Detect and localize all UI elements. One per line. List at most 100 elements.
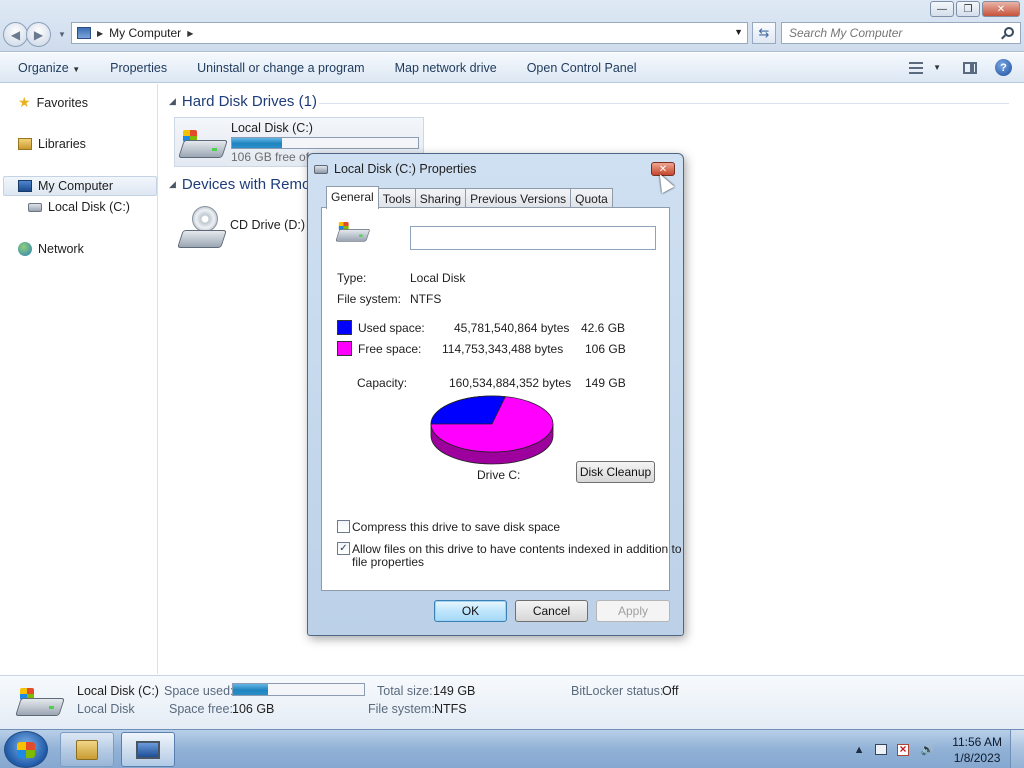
divider xyxy=(336,487,654,488)
details-space-free-value: 106 GB xyxy=(232,702,275,716)
network-icon xyxy=(18,242,32,256)
search-icon[interactable] xyxy=(1004,27,1014,37)
search-box[interactable] xyxy=(781,22,1021,44)
show-hidden-icons-icon[interactable]: ▲ xyxy=(854,744,865,756)
tab-quota[interactable]: Quota xyxy=(570,188,613,209)
nav-favorites-label: Favorites xyxy=(36,95,88,110)
nav-network[interactable]: Network xyxy=(18,242,84,256)
help-icon[interactable]: ? xyxy=(995,59,1012,76)
breadcrumb-separator-icon[interactable]: ▶ xyxy=(187,29,193,38)
search-input[interactable] xyxy=(782,26,992,40)
cd-drive-name: CD Drive (D:) xyxy=(230,218,305,232)
dialog-tabs: General Tools Sharing Previous Versions … xyxy=(326,186,613,209)
used-space-gb: 42.6 GB xyxy=(581,321,626,335)
removable-group-header[interactable]: ◢ Devices with Remo xyxy=(169,176,310,193)
type-value: Local Disk xyxy=(410,271,466,285)
compress-checkbox[interactable] xyxy=(337,520,350,533)
nav-favorites[interactable]: ★ Favorites xyxy=(18,94,88,111)
hard-disk-group-label: Hard Disk Drives (1) xyxy=(181,93,317,110)
title-address-bar: — ❐ ✕ ◀ ▶ ▼ ▶ My Computer ▶ ▼ ⇆ xyxy=(0,0,1024,52)
taskbar-my-computer-button[interactable] xyxy=(121,732,175,767)
local-disk-name: Local Disk (C:) xyxy=(231,121,313,135)
action-center-alert-icon[interactable] xyxy=(897,742,910,756)
hard-disk-icon xyxy=(314,164,328,174)
ok-button[interactable]: OK xyxy=(434,600,507,622)
local-disk-usage-bar xyxy=(231,137,419,149)
hard-disk-icon xyxy=(28,202,42,212)
clock[interactable]: 11:56 AM 1/8/2023 xyxy=(952,734,1002,766)
details-total-size-value: 149 GB xyxy=(433,684,476,698)
computer-icon xyxy=(136,740,160,759)
properties-button[interactable]: Properties xyxy=(95,61,182,75)
filesystem-value: NTFS xyxy=(410,292,442,306)
disk-cleanup-button[interactable]: Disk Cleanup xyxy=(576,461,655,483)
address-bar[interactable]: ▶ My Computer ▶ ▼ xyxy=(71,22,748,44)
change-view-icon[interactable] xyxy=(909,61,924,74)
drive-name-input[interactable] xyxy=(410,226,656,250)
general-tab-panel: Type: Local Disk File system: NTFS Used … xyxy=(321,207,682,591)
close-button[interactable]: ✕ xyxy=(982,1,1020,17)
computer-icon xyxy=(18,180,32,192)
computer-icon xyxy=(77,27,91,39)
index-label-line2: file properties xyxy=(352,555,425,569)
pie-slice-used xyxy=(430,395,506,425)
taskbar-explorer-button[interactable] xyxy=(60,732,114,767)
details-filesystem-value: NTFS xyxy=(434,702,467,716)
clock-time: 11:56 AM xyxy=(952,734,1002,749)
start-button[interactable] xyxy=(4,731,48,768)
free-space-bytes: 114,753,343,488 bytes xyxy=(442,342,564,356)
nav-my-computer-label: My Computer xyxy=(38,179,114,193)
divider xyxy=(336,313,654,314)
window-controls: — ❐ ✕ xyxy=(930,1,1020,17)
cancel-button[interactable]: Cancel xyxy=(515,600,588,622)
hard-disk-icon xyxy=(15,688,65,718)
nav-buttons: ◀ ▶ xyxy=(3,22,51,47)
cd-drive-tile[interactable]: CD Drive (D:) xyxy=(174,204,314,254)
explorer-folder-icon xyxy=(76,739,98,760)
view-options-dropdown-icon[interactable]: ▼ xyxy=(933,63,941,72)
collapse-triangle-icon[interactable]: ◢ xyxy=(169,96,176,107)
network-tray-icon[interactable] xyxy=(875,744,888,755)
filesystem-label: File system: xyxy=(337,292,402,306)
address-dropdown-icon[interactable]: ▼ xyxy=(734,27,743,37)
system-tray: ▲ 🔊 11:56 AM 1/8/2023 xyxy=(848,730,1024,768)
refresh-button[interactable]: ⇆ xyxy=(752,22,776,44)
nav-libraries[interactable]: Libraries xyxy=(18,137,86,151)
organize-button[interactable]: Organize ▼ xyxy=(0,61,95,75)
volume-icon[interactable]: 🔊 xyxy=(920,743,934,756)
cd-drive-icon xyxy=(177,206,227,250)
details-total-size-label: Total size: xyxy=(377,684,433,698)
tab-sharing[interactable]: Sharing xyxy=(414,188,467,209)
drive-label: Drive C: xyxy=(477,468,521,482)
removable-group-label: Devices with Remo xyxy=(181,176,311,193)
tab-general[interactable]: General xyxy=(326,186,379,209)
collapse-triangle-icon[interactable]: ◢ xyxy=(169,179,176,190)
details-bitlocker-label: BitLocker status: xyxy=(571,684,664,698)
recent-pages-dropdown[interactable]: ▼ xyxy=(58,30,66,39)
back-button[interactable]: ◀ xyxy=(3,22,28,47)
details-space-used-bar xyxy=(232,683,365,696)
capacity-gb: 149 GB xyxy=(585,376,626,390)
details-pane: Local Disk (C:) Local Disk Space used: S… xyxy=(0,675,1024,729)
minimize-button[interactable]: — xyxy=(930,1,954,17)
hard-disk-icon xyxy=(178,130,228,160)
tab-tools[interactable]: Tools xyxy=(377,188,416,209)
forward-button[interactable]: ▶ xyxy=(26,22,51,47)
maximize-button[interactable]: ❐ xyxy=(956,1,980,17)
tab-previous-versions[interactable]: Previous Versions xyxy=(465,188,572,209)
breadcrumb-separator-icon[interactable]: ▶ xyxy=(97,29,103,38)
nav-local-disk[interactable]: Local Disk (C:) xyxy=(28,200,130,214)
divider xyxy=(336,366,654,367)
show-desktop-button[interactable] xyxy=(1010,730,1024,768)
index-checkbox[interactable]: ✓ xyxy=(337,542,350,555)
open-control-panel-button[interactable]: Open Control Panel xyxy=(512,61,652,75)
hard-disk-group-header[interactable]: ◢ Hard Disk Drives (1) xyxy=(169,93,317,110)
map-network-drive-button[interactable]: Map network drive xyxy=(380,61,512,75)
nav-my-computer[interactable]: My Computer xyxy=(3,176,157,196)
preview-pane-icon[interactable] xyxy=(963,61,977,74)
apply-button[interactable]: Apply xyxy=(596,600,670,622)
free-space-gb: 106 GB xyxy=(585,342,626,356)
uninstall-program-button[interactable]: Uninstall or change a program xyxy=(182,61,379,75)
breadcrumb-my-computer[interactable]: My Computer xyxy=(109,26,181,40)
compress-label: Compress this drive to save disk space xyxy=(352,520,561,534)
